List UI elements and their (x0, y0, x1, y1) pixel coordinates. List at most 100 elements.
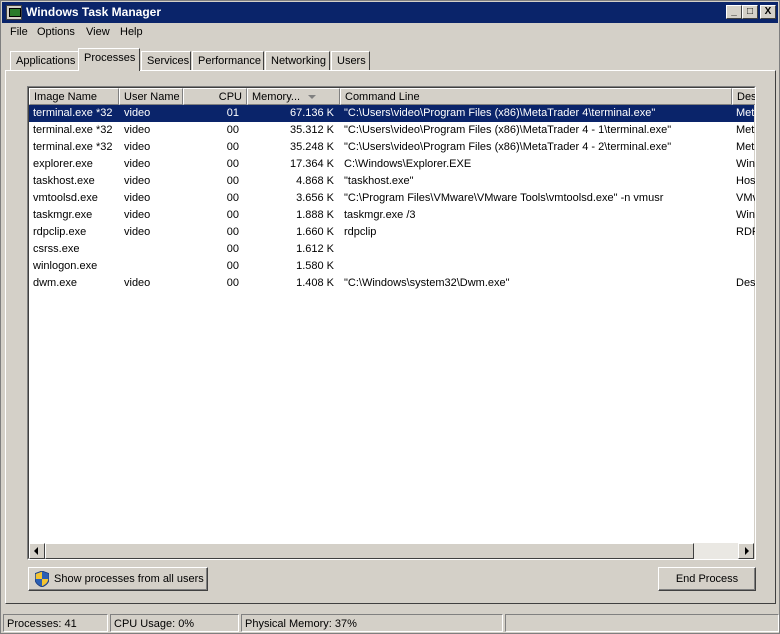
uac-shield-icon (35, 571, 49, 587)
cell-image-name: terminal.exe *32 (33, 107, 113, 119)
task-manager-icon (6, 5, 22, 20)
tab-performance[interactable]: Performance (192, 51, 264, 70)
minimize-button[interactable]: _ (726, 5, 742, 19)
column-command-line[interactable]: Command Line (340, 88, 732, 105)
close-button[interactable]: X (760, 5, 776, 19)
cell-cpu: 00 (226, 277, 239, 289)
window-title: Windows Task Manager (26, 5, 162, 19)
arrow-left-icon (34, 547, 38, 555)
column-user-name[interactable]: User Name (119, 88, 183, 105)
cell-user-name: video (124, 209, 151, 221)
process-list-frame: Image Name User Name CPU Memory... Comma… (28, 87, 755, 559)
tab-applications[interactable]: Applications (10, 51, 79, 70)
scroll-right-button[interactable] (738, 543, 754, 559)
status-empty-pane (505, 614, 779, 632)
cell-user-name: video (124, 175, 151, 187)
cell-description: VMv (736, 192, 756, 204)
table-row[interactable]: winlogon.exe 00 1.580 K (29, 258, 754, 275)
cell-cpu: 00 (226, 209, 239, 221)
column-cpu[interactable]: CPU (183, 88, 247, 105)
cell-command-line: "C:\Users\video\Program Files (x86)\Meta… (344, 107, 656, 119)
tab-services[interactable]: Services (141, 51, 191, 70)
cell-description: Win (736, 209, 755, 221)
cell-user-name: video (124, 141, 151, 153)
status-bar: Processes: 41 CPU Usage: 0% Physical Mem… (1, 612, 780, 634)
cell-cpu: 00 (226, 158, 239, 170)
cell-command-line: "C:\Windows\system32\Dwm.exe" (344, 277, 510, 289)
cell-memory: 67.136 K (289, 107, 334, 119)
cell-cpu: 00 (226, 192, 239, 204)
tab-strip: Applications Processes Services Performa… (1, 47, 780, 71)
column-image-name[interactable]: Image Name (29, 88, 119, 105)
menu-options[interactable]: Options (37, 26, 75, 38)
cell-memory: 4.868 K (296, 175, 334, 187)
cell-memory: 35.248 K (289, 141, 334, 153)
arrow-right-icon (745, 547, 749, 555)
cell-user-name: video (124, 124, 151, 136)
cell-description: Hos (736, 175, 756, 187)
cell-memory: 1.888 K (296, 209, 334, 221)
show-all-processes-label: Show processes from all users (54, 573, 204, 585)
cell-image-name: rdpclip.exe (33, 226, 87, 238)
cell-cpu: 00 (226, 260, 239, 272)
column-description[interactable]: Des (732, 88, 755, 105)
cell-cpu: 01 (226, 107, 239, 119)
table-row[interactable]: terminal.exe *32 video 01 67.136 K "C:\Users… (29, 105, 754, 122)
column-memory-label: Memory... (252, 91, 301, 103)
table-row[interactable]: taskmgr.exe video 00 1.888 K taskmgr.exe /3 W… (29, 207, 755, 224)
table-row[interactable]: terminal.exe *32 video 00 35.312 K "C:\Users… (29, 122, 754, 139)
status-physical-memory: Physical Memory: 37% (241, 614, 503, 632)
cell-image-name: explorer.exe (33, 158, 93, 170)
table-row[interactable]: explorer.exe video 00 17.364 K C:\Windows\Ex… (29, 156, 755, 173)
table-row[interactable]: vmtoolsd.exe video 00 3.656 K "C:\Program Fi… (29, 190, 756, 207)
table-row[interactable]: csrss.exe 00 1.612 K (29, 241, 754, 258)
table-row[interactable]: taskhost.exe video 00 4.868 K "taskhost.exe"… (29, 173, 756, 190)
process-list[interactable]: Image Name User Name CPU Memory... Comma… (27, 86, 756, 560)
tab-networking[interactable]: Networking (265, 51, 330, 70)
cell-cpu: 00 (226, 226, 239, 238)
scroll-left-button[interactable] (29, 543, 45, 559)
cell-cpu: 00 (226, 243, 239, 255)
cell-user-name: video (124, 107, 151, 119)
cell-image-name: terminal.exe *32 (33, 141, 113, 153)
cell-image-name: dwm.exe (33, 277, 78, 289)
cell-memory: 3.656 K (296, 192, 334, 204)
cell-description: RDF (736, 226, 755, 238)
table-row[interactable]: rdpclip.exe video 00 1.660 K rdpclip RDF (29, 224, 755, 241)
scrollbar-thumb[interactable] (45, 543, 694, 559)
title-bar[interactable]: Windows Task Manager _ □ X (2, 2, 778, 23)
cell-image-name: vmtoolsd.exe (33, 192, 98, 204)
cell-memory: 1.660 K (296, 226, 334, 238)
show-all-processes-button[interactable]: Show processes from all users (28, 567, 208, 591)
cell-user-name: video (124, 277, 151, 289)
cell-command-line: taskmgr.exe /3 (344, 209, 416, 221)
cell-memory: 1.408 K (296, 277, 334, 289)
cell-command-line: rdpclip (344, 226, 377, 238)
column-memory[interactable]: Memory... (247, 88, 340, 105)
cell-description: Met (736, 141, 755, 153)
cell-description: Win (736, 158, 755, 170)
horizontal-scrollbar[interactable] (29, 543, 754, 559)
cell-user-name: video (124, 158, 151, 170)
cell-memory: 17.364 K (289, 158, 334, 170)
table-row[interactable]: terminal.exe *32 video 00 35.248 K "C:\Users… (29, 139, 754, 156)
tab-users[interactable]: Users (331, 51, 370, 70)
tab-processes[interactable]: Processes (78, 48, 140, 71)
cell-cpu: 00 (226, 175, 239, 187)
cell-image-name: taskhost.exe (33, 175, 95, 187)
cell-image-name: winlogon.exe (33, 260, 98, 272)
cell-cpu: 00 (226, 124, 239, 136)
table-row[interactable]: dwm.exe video 00 1.408 K "C:\Windows\system3… (29, 275, 755, 292)
menu-file[interactable]: File (10, 26, 28, 38)
cell-command-line: "C:\Program Files\VMware\VMware Tools\vm… (344, 192, 664, 204)
menu-view[interactable]: View (86, 26, 110, 38)
cell-memory: 35.312 K (289, 124, 334, 136)
end-process-button[interactable]: End Process (658, 567, 756, 591)
menu-help[interactable]: Help (120, 26, 143, 38)
cell-command-line: "C:\Users\video\Program Files (x86)\Meta… (344, 141, 672, 153)
cell-memory: 1.580 K (296, 260, 334, 272)
cell-command-line: "taskhost.exe" (344, 175, 414, 187)
cell-description: Met (736, 124, 755, 136)
cell-image-name: terminal.exe *32 (33, 124, 113, 136)
maximize-button[interactable]: □ (742, 5, 758, 19)
